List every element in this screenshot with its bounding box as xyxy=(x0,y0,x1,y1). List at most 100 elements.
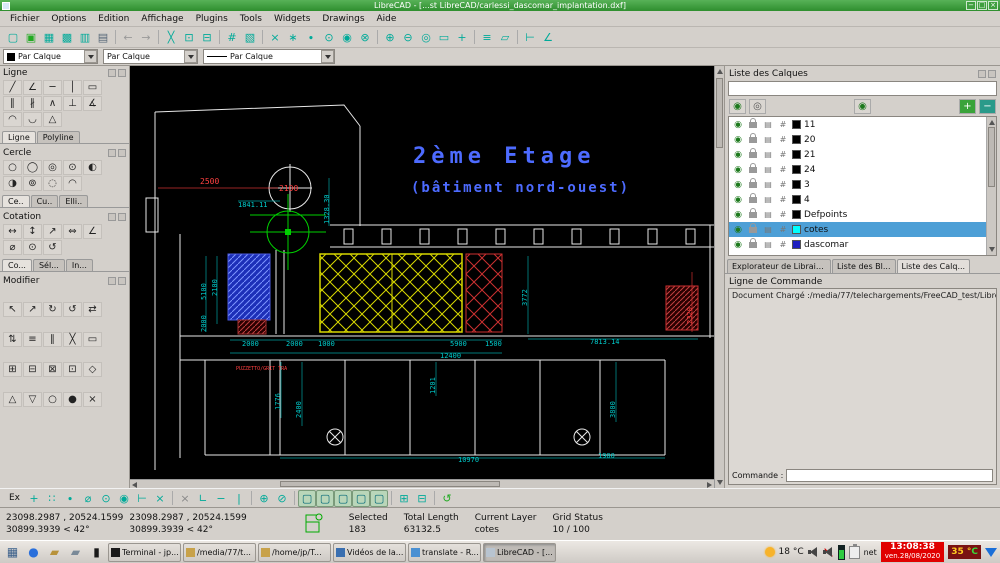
dim-vertical-tool[interactable]: ↕ xyxy=(23,224,42,239)
layer-construction-icon[interactable]: # xyxy=(777,150,789,159)
modify-attributes-tool[interactable]: △ xyxy=(3,392,22,407)
add-layer-button[interactable]: + xyxy=(959,99,976,114)
layer-print-icon[interactable]: ▤ xyxy=(762,135,774,144)
updates-arrow-icon[interactable] xyxy=(985,548,997,557)
snap-grid-button[interactable]: ∷ xyxy=(43,490,61,507)
scroll-up-icon[interactable] xyxy=(717,69,723,74)
modify-properties-tool[interactable]: ◇ xyxy=(83,362,102,377)
section-tab[interactable]: Sél... xyxy=(33,259,65,271)
snap-middle-button[interactable]: ◉ xyxy=(115,490,133,507)
minimize-button[interactable]: − xyxy=(966,1,976,10)
restrict-orthogonal-button[interactable]: ∟ xyxy=(194,490,212,507)
file-manager-launcher[interactable]: ▰ xyxy=(45,543,64,562)
layer-lock-icon[interactable] xyxy=(749,122,757,128)
measure-distance-button[interactable]: ⊢ xyxy=(521,29,539,46)
section-tab[interactable]: Co... xyxy=(2,259,32,271)
scroll-up-icon[interactable] xyxy=(989,120,995,125)
snap-distance-button[interactable]: ⊢ xyxy=(133,490,151,507)
dock-close-button[interactable] xyxy=(988,70,996,78)
layer-lock-icon[interactable] xyxy=(749,137,757,143)
layer-lock-icon[interactable] xyxy=(749,182,757,188)
layer-visibility-icon[interactable]: ◉ xyxy=(732,165,744,175)
dock-close-button[interactable] xyxy=(118,277,126,285)
line-tangent-2-tool[interactable]: ◡ xyxy=(23,112,42,127)
taskbar-window-button[interactable]: Terminal - jp... xyxy=(108,543,181,562)
dim-diametric-tool[interactable]: ⌀ xyxy=(3,240,22,255)
modify-bevel-tool[interactable]: ⊞ xyxy=(3,362,22,377)
window-titlebar[interactable]: LibreCAD - [...st LibreCAD/carlessi_dasc… xyxy=(0,0,1000,11)
toggle-statusbar-button[interactable]: ▢ xyxy=(334,490,352,507)
layer-visibility-icon[interactable]: ◉ xyxy=(732,180,744,190)
zoom-pan-button[interactable]: + xyxy=(453,29,471,46)
layer-color-swatch[interactable] xyxy=(792,195,801,204)
layer-construction-icon[interactable]: # xyxy=(777,165,789,174)
speaker-muted-icon[interactable] xyxy=(823,547,834,557)
layer-lock-icon[interactable] xyxy=(749,167,757,173)
line-parallel-point-tool[interactable]: ∦ xyxy=(23,96,42,111)
modify-revert-tool[interactable]: ⇅ xyxy=(3,332,22,347)
draft-mode-button[interactable]: ▧ xyxy=(241,29,259,46)
circle-two-points-tool[interactable]: ◯ xyxy=(23,160,42,175)
chevron-down-icon[interactable] xyxy=(84,50,97,63)
snap-intersection-toolbar-button[interactable]: ⊗ xyxy=(356,29,374,46)
layer-construction-icon[interactable]: # xyxy=(777,210,789,219)
modify-edit-text-tool[interactable]: ● xyxy=(63,392,82,407)
line-relative-angle-tool[interactable]: ∡ xyxy=(83,96,102,111)
block-list-button[interactable]: ▱ xyxy=(496,29,514,46)
undo-button[interactable]: ← xyxy=(119,29,137,46)
modify-trim-tool[interactable]: ≡ xyxy=(23,332,42,347)
clock[interactable]: 13:08:38 ven.28/08/2020 xyxy=(881,542,944,562)
layer-print-icon[interactable]: ▤ xyxy=(762,240,774,249)
layer-visibility-icon[interactable]: ◉ xyxy=(732,210,744,220)
modify-scale-tool[interactable]: ↻ xyxy=(43,302,62,317)
taskbar-window-button[interactable]: /media/77/t... xyxy=(183,543,256,562)
line-polygon-tool[interactable]: △ xyxy=(43,112,62,127)
snap-center-button[interactable]: ⊙ xyxy=(97,490,115,507)
layer-visibility-icon[interactable]: ◉ xyxy=(732,120,744,130)
layer-row[interactable]: ◉▤#3 xyxy=(729,177,986,192)
dock-close-button[interactable] xyxy=(118,69,126,77)
snap-on-entity-button[interactable]: ⌀ xyxy=(79,490,97,507)
app-menu-launcher[interactable]: ▦ xyxy=(3,543,22,562)
menu-item[interactable]: Aide xyxy=(371,13,403,25)
print-button[interactable]: ▤ xyxy=(94,29,112,46)
layer-color-swatch[interactable] xyxy=(792,225,801,234)
taskbar-window-button[interactable]: LibreCAD - [... xyxy=(483,543,556,562)
snap-grid-toolbar-button[interactable]: ∗ xyxy=(284,29,302,46)
layer-color-swatch[interactable] xyxy=(792,210,801,219)
dock-close-button[interactable] xyxy=(118,149,126,157)
layer-visibility-icon[interactable]: ◉ xyxy=(732,240,744,250)
layer-visibility-icon[interactable]: ◉ xyxy=(732,150,744,160)
dock-close-button[interactable] xyxy=(118,213,126,221)
command-input[interactable] xyxy=(786,469,993,482)
line-parallel-tool[interactable]: ∥ xyxy=(3,96,22,111)
weather-icon[interactable] xyxy=(765,547,775,557)
layer-color-swatch[interactable] xyxy=(792,180,801,189)
export-image-button[interactable]: ▥ xyxy=(76,29,94,46)
redraw-button[interactable]: ↺ xyxy=(438,490,456,507)
dock-float-button[interactable] xyxy=(978,70,986,78)
layer-construction-icon[interactable]: # xyxy=(777,120,789,129)
menu-item[interactable]: Widgets xyxy=(268,13,316,25)
close-button[interactable]: × xyxy=(988,1,998,10)
measure-angle-button[interactable]: ∠ xyxy=(539,29,557,46)
modify-order-tool[interactable]: × xyxy=(83,392,102,407)
scroll-down-icon[interactable] xyxy=(989,247,995,252)
layer-construction-icon[interactable]: # xyxy=(777,195,789,204)
modify-fillet-tool[interactable]: ⊟ xyxy=(23,362,42,377)
linetype-combo[interactable]: Par Calque xyxy=(203,49,335,64)
layer-row[interactable]: ◉▤#4 xyxy=(729,192,986,207)
cpu-temperature[interactable]: 35 °C xyxy=(948,545,981,559)
line-vertical-tool[interactable]: │ xyxy=(63,80,82,95)
layer-visibility-icon[interactable]: ◉ xyxy=(732,225,744,235)
cut-button[interactable]: ╳ xyxy=(162,29,180,46)
line-tangent-tool[interactable]: ◠ xyxy=(3,112,22,127)
layer-row[interactable]: ◉▤#20 xyxy=(729,132,986,147)
section-tab[interactable]: Ce.. xyxy=(2,195,30,207)
open-document-button[interactable]: ▣ xyxy=(22,29,40,46)
layer-row[interactable]: ◉▤#24 xyxy=(729,162,986,177)
circle-center-radius-tool[interactable]: ⊙ xyxy=(63,160,82,175)
layer-list-button[interactable]: ≡ xyxy=(478,29,496,46)
line-bisector-tool[interactable]: ∧ xyxy=(43,96,62,111)
snap-free-toolbar-button[interactable]: × xyxy=(266,29,284,46)
